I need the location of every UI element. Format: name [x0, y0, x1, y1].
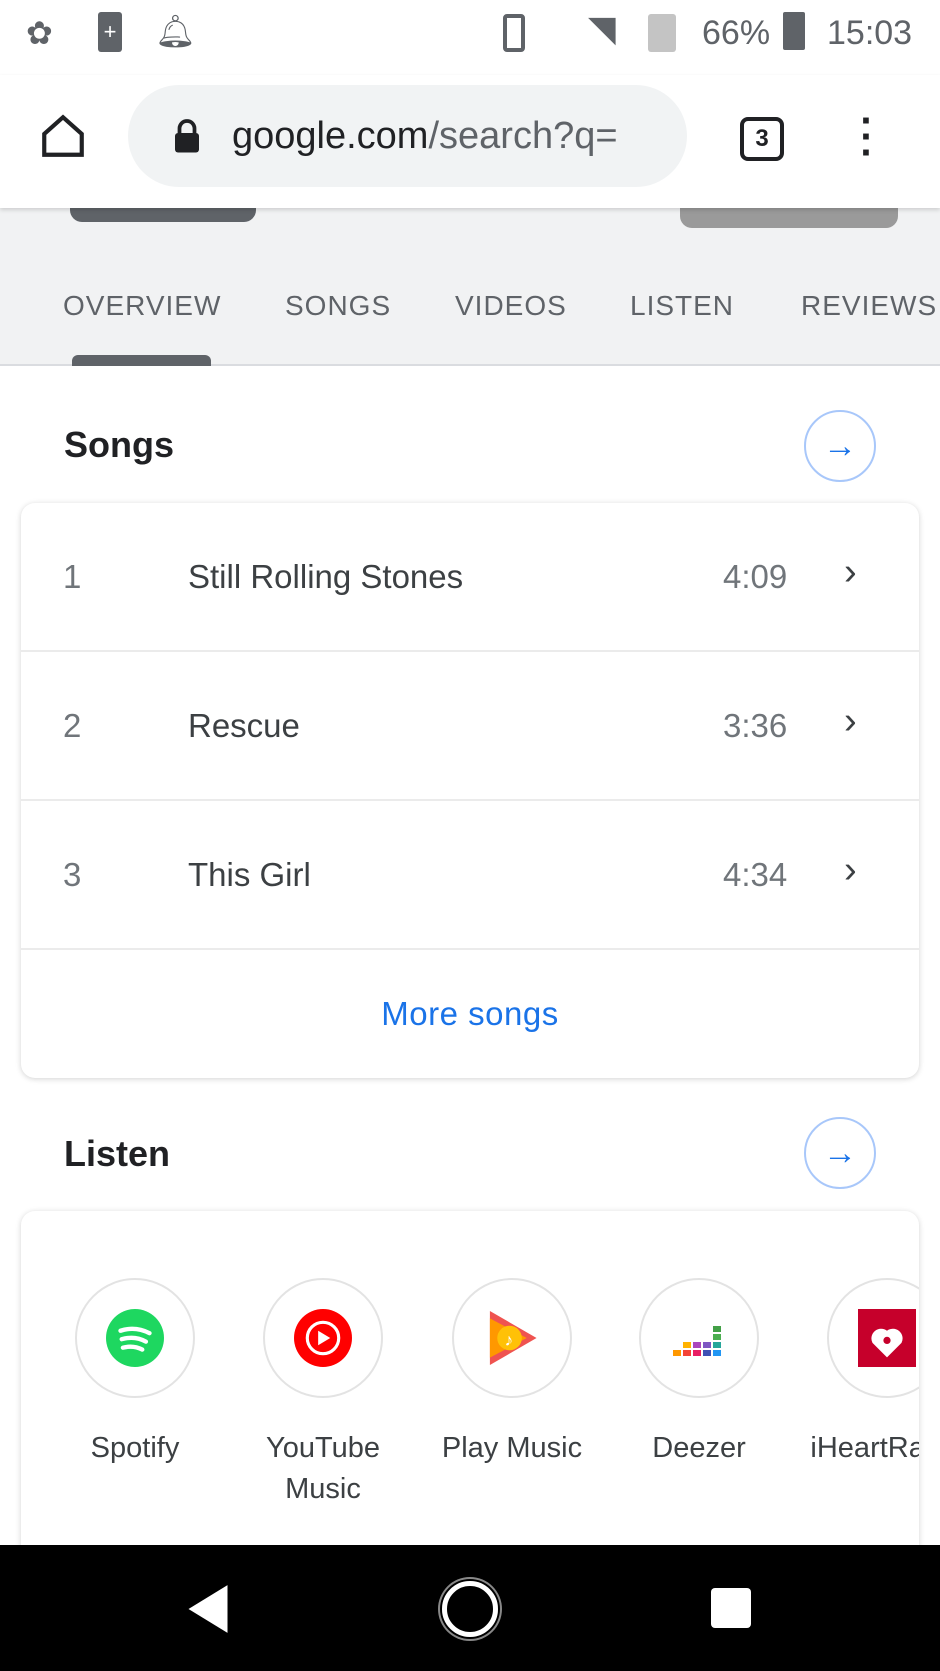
android-nav-bar — [0, 1545, 940, 1671]
wifi-icon: ◥ — [588, 8, 616, 49]
url-path: /search?q= — [428, 114, 618, 157]
home-icon[interactable] — [38, 111, 88, 161]
service-deezer[interactable]: Deezer — [609, 1278, 789, 1469]
service-label: Spotify — [90, 1432, 180, 1464]
songs-heading: Songs — [64, 424, 175, 465]
tree-icon: ✿ — [26, 15, 53, 51]
back-icon[interactable] — [185, 1583, 231, 1635]
image-partial — [680, 208, 898, 228]
iheartradio-icon — [858, 1309, 916, 1367]
battery-icon — [783, 12, 805, 50]
more-songs-link[interactable]: More songs — [21, 950, 919, 1078]
deezer-icon — [673, 1326, 721, 1356]
tab-videos[interactable]: VIDEOS — [455, 290, 567, 322]
song-duration: 4:34 — [723, 856, 788, 893]
service-label: Deezer — [652, 1432, 746, 1464]
arrow-right-icon: → — [823, 1133, 857, 1172]
listen-arrow-button[interactable]: → — [804, 1117, 876, 1189]
youtube-music-icon — [294, 1309, 352, 1367]
clock: 15:03 — [827, 14, 913, 52]
no-sim-icon — [648, 14, 676, 52]
vibrate-icon — [503, 14, 525, 52]
listen-heading: Listen — [64, 1133, 171, 1174]
more-songs-label: More songs — [381, 995, 559, 1032]
song-title: This Girl — [188, 856, 311, 893]
battery-percent: 66% — [702, 14, 771, 52]
arrow-right-icon: → — [823, 426, 857, 465]
song-duration: 3:36 — [723, 707, 788, 744]
tab-switcher-button[interactable]: 3 — [740, 117, 784, 161]
song-number: 3 — [63, 856, 82, 893]
song-number: 2 — [63, 707, 82, 744]
song-row[interactable]: 2 Rescue 3:36 › — [21, 652, 919, 801]
spotify-icon — [106, 1309, 164, 1367]
service-label: Play Music — [441, 1432, 583, 1464]
menu-icon[interactable]: · · · — [855, 101, 879, 173]
service-youtube-music[interactable]: YouTube Music — [233, 1278, 413, 1510]
tab-strip: OVERVIEW SONGS VIDEOS LISTEN REVIEWS — [0, 208, 940, 366]
chip-partial — [70, 208, 256, 222]
tab-overview[interactable]: OVERVIEW — [63, 290, 221, 322]
home-nav-icon[interactable] — [442, 1581, 498, 1637]
chevron-right-icon: › — [844, 700, 857, 742]
songs-card: 1 Still Rolling Stones 4:09 › 2 Rescue 3:36 › … — [21, 503, 919, 1078]
recents-icon[interactable] — [711, 1588, 751, 1628]
browser-toolbar: google.com/search?q= 3 · · · — [0, 75, 940, 208]
url-bar[interactable]: google.com/search?q= — [128, 85, 687, 187]
chevron-right-icon: › — [844, 849, 857, 891]
status-bar: ✿ + 🔔︎ ◥ 66% 15:03 — [0, 0, 940, 75]
song-duration: 4:09 — [723, 558, 788, 595]
tab-songs[interactable]: SONGS — [285, 290, 391, 322]
song-row[interactable]: 1 Still Rolling Stones 4:09 › — [21, 503, 919, 652]
service-label: iHeartRadio — [810, 1432, 919, 1464]
battery-saver-icon: + — [98, 12, 122, 52]
play-music-icon: ♪ — [489, 1311, 537, 1365]
bell-icon: 🔔︎ — [155, 13, 196, 49]
service-spotify[interactable]: Spotify — [45, 1278, 225, 1469]
tab-count: 3 — [755, 125, 769, 152]
chevron-right-icon: › — [844, 551, 857, 593]
song-title: Rescue — [188, 707, 300, 744]
service-play-music[interactable]: ♪ Play Music — [422, 1278, 602, 1469]
active-tab-indicator — [72, 355, 211, 366]
song-number: 1 — [63, 558, 82, 595]
service-iheartradio[interactable]: iHeartRadio — [797, 1278, 919, 1469]
service-label: YouTube Music — [266, 1432, 380, 1505]
tab-listen[interactable]: LISTEN — [630, 290, 734, 322]
url-domain: google.com — [232, 114, 429, 157]
tab-reviews[interactable]: REVIEWS — [801, 290, 937, 322]
listen-card: Spotify YouTube Music ♪ Play Music Deeze… — [21, 1211, 919, 1571]
lock-icon — [175, 119, 199, 153]
songs-arrow-button[interactable]: → — [804, 410, 876, 482]
svg-text:♪: ♪ — [505, 1329, 514, 1349]
song-title: Still Rolling Stones — [188, 558, 464, 595]
song-row[interactable]: 3 This Girl 4:34 › — [21, 801, 919, 950]
